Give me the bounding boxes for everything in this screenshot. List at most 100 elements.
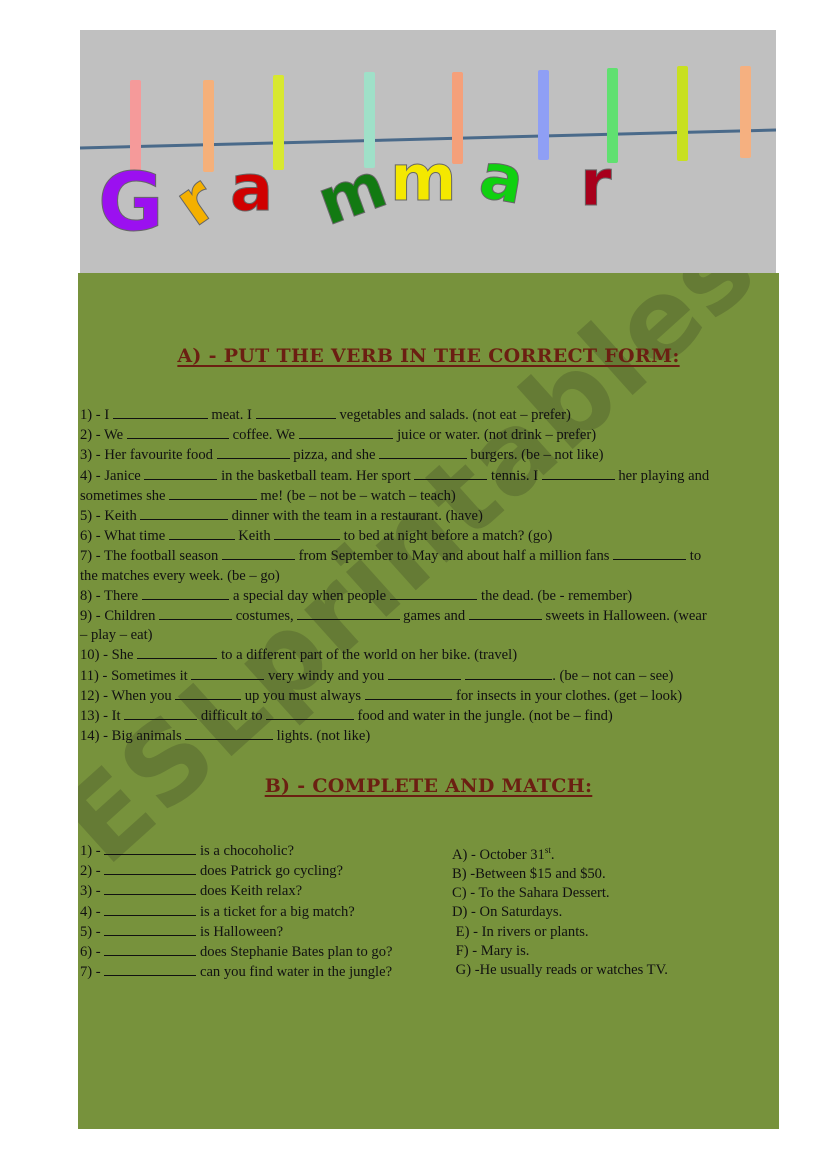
exercise-text: the matches every week. (be – go) [80, 567, 280, 584]
answer-blank[interactable] [379, 445, 467, 460]
answer-text: D) - On Saturdays. [452, 904, 563, 921]
exercise-text: in the basketball team. Her sport [217, 467, 415, 484]
exercise-text: – play – eat) [80, 627, 153, 644]
exercise-text: tennis. I [487, 467, 542, 484]
exercise-text: costumes, [232, 608, 298, 625]
question-number: 2) - [80, 863, 105, 880]
answer-blank[interactable] [266, 706, 354, 721]
question-number: 4) - [80, 903, 105, 920]
match-question: 6) - does Stephanie Bates plan to go? [80, 942, 393, 962]
answer-blank[interactable] [144, 466, 218, 480]
exercise-text: 11) - Sometimes it [80, 667, 192, 684]
clothespin [677, 66, 688, 161]
match-answer: E) - In rivers or plants. [452, 923, 668, 942]
answer-text: F) - Mary is. [452, 942, 530, 959]
answer-blank[interactable] [274, 526, 340, 541]
answer-blank[interactable] [364, 686, 453, 700]
exercise-text: burgers. (be – not like) [466, 447, 604, 464]
answer-blank[interactable] [104, 942, 197, 957]
answer-blank[interactable] [104, 861, 197, 876]
exercise-text: 4) - Janice [80, 467, 145, 484]
answer-blank[interactable] [104, 922, 197, 936]
answer-blank[interactable] [216, 445, 290, 460]
exercise-line: 2) - We coffee. We juice or water. (not … [80, 425, 776, 445]
banner-letter: G [98, 156, 164, 249]
answer-text: B) -Between $15 and $50. [452, 866, 606, 883]
grammar-banner-image: Grammar [80, 30, 776, 273]
exercise-line: 13) - It difficult to food and water in … [80, 706, 776, 726]
exercise-text: to [686, 548, 702, 565]
clothespin [538, 70, 549, 160]
match-question: 2) - does Patrick go cycling? [80, 861, 393, 881]
match-answer: C) - To the Sahara Dessert. [452, 884, 668, 903]
question-number: 7) - [80, 964, 105, 981]
clothesline-illustration: Gr a mm a r [80, 66, 776, 250]
exercise-text: the dead. (be - remember) [477, 587, 633, 604]
question-text: is Halloween? [196, 923, 284, 940]
answer-blank[interactable] [104, 881, 197, 896]
answer-blank[interactable] [613, 546, 687, 561]
answer-blank[interactable] [297, 606, 400, 621]
answer-blank[interactable] [112, 405, 208, 419]
match-answer: B) -Between $15 and $50. [452, 865, 668, 884]
answer-blank[interactable] [185, 726, 273, 741]
answer-blank[interactable] [137, 645, 218, 660]
exercise-text: difficult to [197, 708, 267, 725]
answer-blank[interactable] [169, 486, 257, 500]
question-number: 3) - [80, 883, 105, 900]
answer-blank[interactable] [104, 962, 197, 977]
exercise-text: for insects in your clothes. (get – look… [452, 687, 683, 704]
answer-blank[interactable] [104, 841, 197, 855]
exercise-text: vegetables and salads. (not eat – prefer… [335, 407, 571, 423]
exercise-line: 10) - She to a different part of the wor… [80, 645, 776, 665]
answer-blank[interactable] [468, 606, 542, 621]
banner-letter: r [162, 162, 231, 241]
exercise-line: 14) - Big animals lights. (not like) [80, 726, 776, 746]
answer-blank[interactable] [126, 425, 229, 440]
match-question: 7) - can you find water in the jungle? [80, 962, 393, 982]
answer-blank[interactable] [389, 586, 478, 600]
answer-blank[interactable] [541, 466, 615, 480]
answer-blank[interactable] [141, 586, 230, 600]
answer-blank[interactable] [168, 526, 235, 541]
question-number: 5) - [80, 923, 105, 940]
exercise-line: the matches every week. (be – go) [80, 567, 776, 586]
exercise-text: 2) - We [80, 427, 127, 444]
answer-blank[interactable] [298, 425, 394, 440]
exercise-text: a special day when people [229, 587, 390, 604]
exercise-text: from September to May and about half a m… [294, 548, 614, 565]
answer-blank[interactable] [159, 606, 233, 621]
exercise-line: 6) - What time Keith to bed at night bef… [80, 526, 776, 546]
exercise-text: very windy and you [264, 667, 388, 684]
exercise-text: food and water in the jungle. (not be – … [353, 708, 613, 725]
answer-blank[interactable] [387, 666, 461, 680]
answer-blank[interactable] [221, 546, 295, 561]
exercise-text: 9) - Children [80, 608, 160, 625]
match-question: 3) - does Keith relax? [80, 881, 393, 901]
section-a-exercise-list: 1) - I meat. I vegetables and salads. (n… [80, 405, 776, 746]
question-text: does Keith relax? [196, 883, 303, 900]
exercise-text: juice or water. (not drink – prefer) [393, 427, 597, 444]
match-answer: G) -He usually reads or watches TV. [452, 961, 668, 980]
exercise-text: coffee. We [228, 427, 299, 444]
answer-blank[interactable] [255, 405, 336, 419]
question-text: does Stephanie Bates plan to go? [196, 944, 393, 961]
exercise-text: 14) - Big animals [80, 728, 186, 745]
answer-blank[interactable] [124, 706, 198, 721]
answer-blank[interactable] [414, 466, 488, 480]
answer-blank[interactable] [191, 666, 265, 680]
question-text: is a ticket for a big match? [196, 903, 355, 920]
exercise-line: 1) - I meat. I vegetables and salads. (n… [80, 405, 776, 425]
section-a-title: A) - Put the verb in the correct form: [177, 345, 680, 367]
answer-text: G) -He usually reads or watches TV. [452, 962, 668, 979]
question-number: 1) - [80, 843, 105, 859]
match-answer: F) - Mary is. [452, 942, 668, 961]
exercise-text: Keith [234, 528, 275, 545]
answer-blank[interactable] [140, 506, 228, 521]
answer-blank[interactable] [464, 666, 553, 680]
exercise-text: 3) - Her favourite food [80, 447, 217, 464]
answer-blank[interactable] [175, 686, 242, 700]
answer-blank[interactable] [104, 902, 197, 916]
match-question: 5) - is Halloween? [80, 922, 393, 942]
exercise-line: 5) - Keith dinner with the team in a res… [80, 506, 776, 526]
